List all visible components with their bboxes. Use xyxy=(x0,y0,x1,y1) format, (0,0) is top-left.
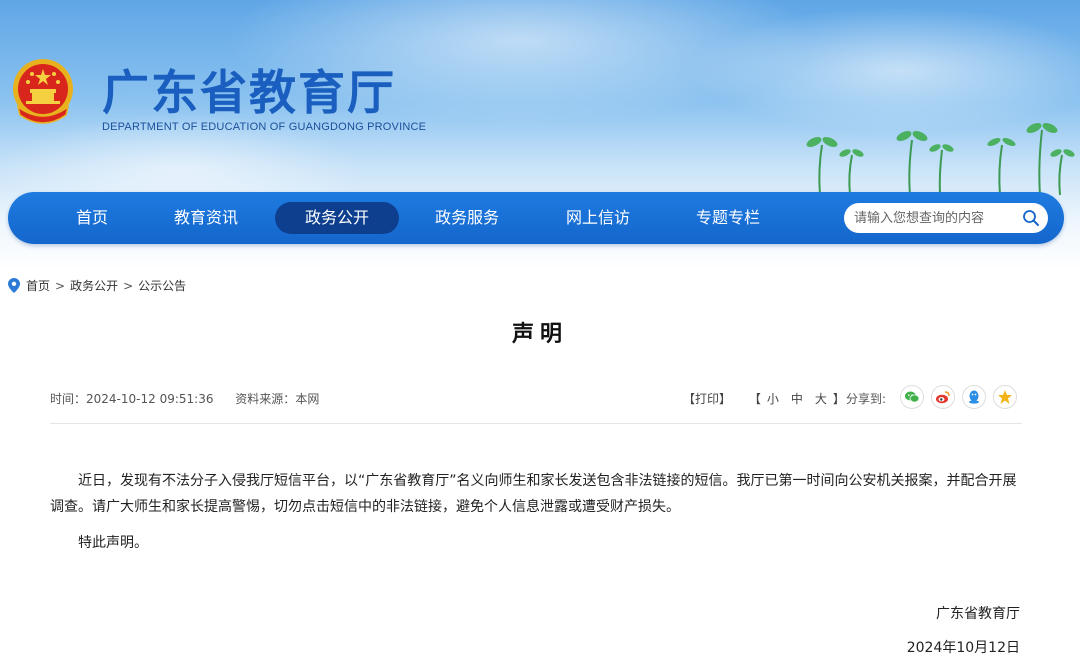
location-pin-icon xyxy=(8,278,20,293)
sprouts-decoration xyxy=(806,123,1075,196)
print-button[interactable]: 【打印】 xyxy=(683,392,731,406)
nav-item-special-topics[interactable]: 专题专栏 xyxy=(666,202,790,234)
site-subtitle: DEPARTMENT OF EDUCATION OF GUANGDONG PRO… xyxy=(102,121,427,133)
font-size-bracket-open: 【 xyxy=(748,392,761,406)
breadcrumb-separator: > xyxy=(123,278,134,293)
font-size-large-button[interactable]: 大 xyxy=(815,392,827,406)
font-size-bracket-close: 】 xyxy=(832,392,845,406)
breadcrumb-public-notices[interactable]: 公示公告 xyxy=(138,277,186,294)
source-value: 本网 xyxy=(295,392,320,406)
search-icon[interactable] xyxy=(1022,209,1040,227)
main-nav: 首页 教育资讯 政务公开 政务服务 网上信访 专题专栏 xyxy=(8,192,1064,244)
publish-time: 时间：2024-10-12 09:51:36 xyxy=(50,392,213,406)
breadcrumb-government-affairs[interactable]: 政务公开 xyxy=(70,277,118,294)
qq-share-button[interactable] xyxy=(962,385,986,409)
publish-time-label: 时间： xyxy=(50,392,87,406)
font-size-small-button[interactable]: 小 xyxy=(767,392,779,406)
article-title: 声明 xyxy=(511,322,568,347)
nav-item-government-affairs[interactable]: 政务公开 xyxy=(275,202,399,234)
search-box xyxy=(844,203,1048,233)
nav-item-online-petition[interactable]: 网上信访 xyxy=(536,202,660,234)
article-signature: 广东省教育厅 xyxy=(936,606,1020,622)
qzone-share-button[interactable] xyxy=(993,385,1017,409)
weibo-share-button[interactable] xyxy=(931,385,955,409)
wechat-icon xyxy=(905,391,920,403)
site-title: 广东省教育厅 xyxy=(102,66,396,121)
breadcrumb: 首页 > 政务公开 > 公示公告 xyxy=(8,277,186,294)
qzone-icon xyxy=(998,390,1012,404)
article-paragraph: 近日，发现有不法分子入侵我厅短信平台，以“广东省教育厅”名义向师生和家长发送包含… xyxy=(50,473,1017,515)
national-emblem-icon xyxy=(13,59,73,124)
qq-icon xyxy=(969,390,979,404)
publish-time-value: 2024-10-12 09:51:36 xyxy=(86,392,214,406)
nav-item-home[interactable]: 首页 xyxy=(30,202,154,234)
article-meta: 时间：2024-10-12 09:51:36 资料来源：本网 xyxy=(50,390,337,407)
article-source: 资料来源：本网 xyxy=(235,392,319,406)
wechat-share-button[interactable] xyxy=(900,385,924,409)
source-label: 资料来源： xyxy=(235,392,296,406)
breadcrumb-separator: > xyxy=(55,278,66,293)
font-size-medium-button[interactable]: 中 xyxy=(791,392,803,406)
weibo-icon xyxy=(936,391,950,404)
article-tools: 【打印】 【小中大】 xyxy=(683,390,845,407)
article-paragraph: 特此声明。 xyxy=(78,535,148,551)
share-label: 分享到: xyxy=(846,392,887,406)
breadcrumb-home[interactable]: 首页 xyxy=(26,277,50,294)
article-date: 2024年10月12日 xyxy=(906,640,1020,656)
search-input[interactable] xyxy=(854,208,1014,228)
meta-divider xyxy=(50,423,1022,424)
nav-item-education-news[interactable]: 教育资讯 xyxy=(144,202,268,234)
nav-item-government-services[interactable]: 政务服务 xyxy=(405,202,529,234)
